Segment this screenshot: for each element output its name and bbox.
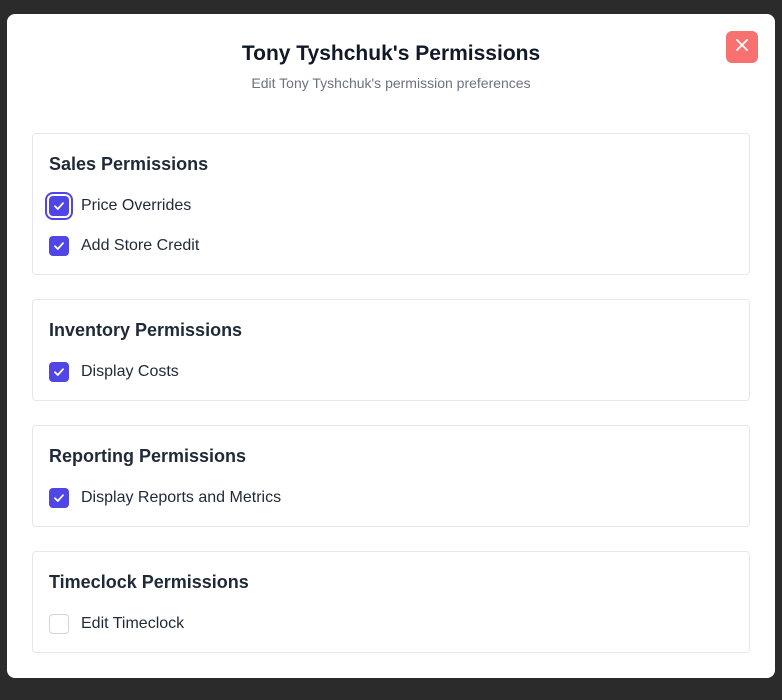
permission-label: Display Reports and Metrics (81, 489, 282, 506)
modal-title: Tony Tyshchuk's Permissions (241, 42, 541, 65)
permission-label: Edit Timeclock (81, 615, 185, 632)
permission-price-overrides[interactable]: Price Overrides (49, 194, 191, 218)
section-inventory-permissions: Inventory Permissions Display Costs (32, 299, 750, 401)
section-timeclock-permissions: Timeclock Permissions Edit Timeclock (32, 551, 750, 653)
close-icon (735, 38, 749, 57)
check-icon (54, 242, 64, 250)
permission-label: Price Overrides (81, 197, 192, 214)
checkbox[interactable] (49, 236, 69, 256)
section-sales-permissions: Sales Permissions Price Overrides Add St… (32, 133, 750, 275)
check-icon (54, 368, 64, 376)
check-icon (54, 202, 64, 210)
permission-label: Add Store Credit (81, 237, 200, 254)
section-title: Sales Permissions (49, 154, 209, 174)
permissions-modal: Tony Tyshchuk's Permissions Edit Tony Ty… (7, 14, 775, 678)
permission-display-reports-and-metrics[interactable]: Display Reports and Metrics (49, 486, 281, 510)
close-button[interactable] (726, 31, 758, 63)
section-title: Reporting Permissions (49, 446, 247, 466)
permission-label: Display Costs (81, 363, 179, 380)
permission-display-costs[interactable]: Display Costs (49, 360, 179, 384)
section-title: Inventory Permissions (49, 320, 243, 340)
checkbox[interactable] (49, 488, 69, 508)
checkbox[interactable] (49, 196, 69, 216)
permission-edit-timeclock[interactable]: Edit Timeclock (49, 612, 184, 636)
modal-subtitle: Edit Tony Tyshchuk's permission preferen… (251, 75, 531, 91)
permission-add-store-credit[interactable]: Add Store Credit (49, 234, 199, 258)
check-icon (54, 494, 64, 502)
checkbox[interactable] (49, 614, 69, 634)
section-reporting-permissions: Reporting Permissions Display Reports an… (32, 425, 750, 527)
checkbox[interactable] (49, 362, 69, 382)
section-title: Timeclock Permissions (49, 572, 249, 592)
